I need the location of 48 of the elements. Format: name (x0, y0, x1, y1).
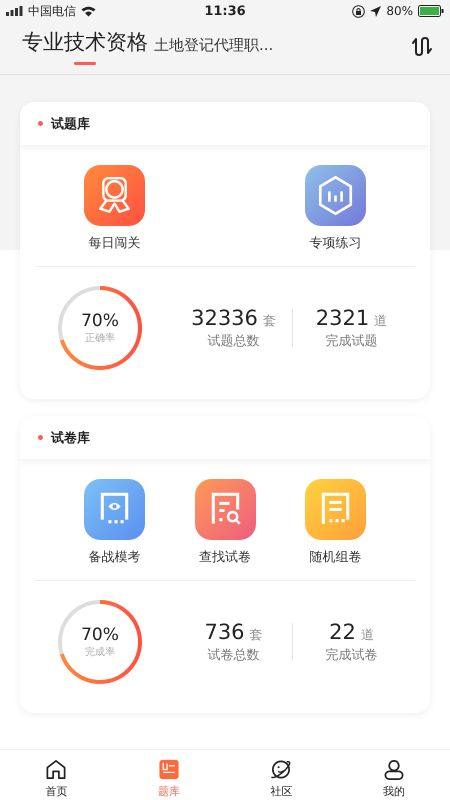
tab-bar-item[interactable]: 我的 (338, 750, 450, 800)
doc-eye-icon (84, 479, 145, 540)
clock-time: 11:36 (204, 4, 246, 18)
wifi-icon (81, 6, 96, 16)
ring-caption: 完成率 (85, 646, 115, 659)
section-title: 试题库 (51, 116, 90, 132)
bullet-dot (38, 121, 43, 126)
battery-percent: 80% (386, 4, 414, 18)
switch-icon[interactable] (410, 34, 434, 58)
home-icon (44, 758, 68, 781)
tab-bar-item[interactable]: 首页 (0, 750, 112, 800)
bullet-dot (38, 435, 43, 440)
feature-button[interactable]: 查找试卷 (194, 479, 256, 566)
doc-list-icon (305, 479, 366, 540)
header-tab[interactable]: 土地登记代理职... (154, 36, 274, 55)
list-icon (156, 758, 181, 781)
stat-number: 22 (329, 620, 356, 644)
section-title: 试卷库 (51, 430, 90, 446)
stat-unit: 套 (250, 627, 263, 644)
location-icon (370, 6, 382, 16)
header-tab[interactable]: 专业技术资格 (22, 30, 148, 66)
hexchart-icon (305, 165, 366, 226)
battery-icon (418, 5, 444, 17)
stat-number: 32336 (191, 306, 258, 330)
stat-label: 完成试卷 (326, 647, 378, 664)
ring-value: 70% (81, 311, 119, 331)
stat-unit: 道 (374, 313, 388, 330)
feature-button[interactable]: 专项练习 (305, 165, 366, 252)
stat-label: 完成试题 (326, 333, 378, 350)
ring-value: 70% (81, 625, 119, 645)
stat-unit: 套 (262, 313, 276, 330)
stat-label: 试题总数 (208, 333, 260, 350)
feature-button[interactable]: 每日闯关 (84, 165, 145, 252)
stat-number: 2321 (316, 306, 370, 330)
person-icon (382, 758, 406, 781)
doc-search-icon (194, 479, 256, 540)
tab-bar-item[interactable]: 社区 (225, 750, 338, 800)
feature-button[interactable]: 随机组卷 (305, 479, 366, 566)
stat-number: 736 (204, 620, 245, 644)
medal-icon (84, 165, 145, 226)
stat-label: 试卷总数 (208, 647, 260, 664)
feature-button[interactable]: 备战模考 (84, 479, 145, 566)
carrier-name: 中国电信 (28, 2, 76, 20)
signal-icon (6, 6, 23, 16)
stat-unit: 道 (360, 627, 374, 644)
lock-icon (352, 4, 366, 18)
planet-icon (269, 758, 294, 781)
ring-caption: 正确率 (85, 332, 115, 345)
